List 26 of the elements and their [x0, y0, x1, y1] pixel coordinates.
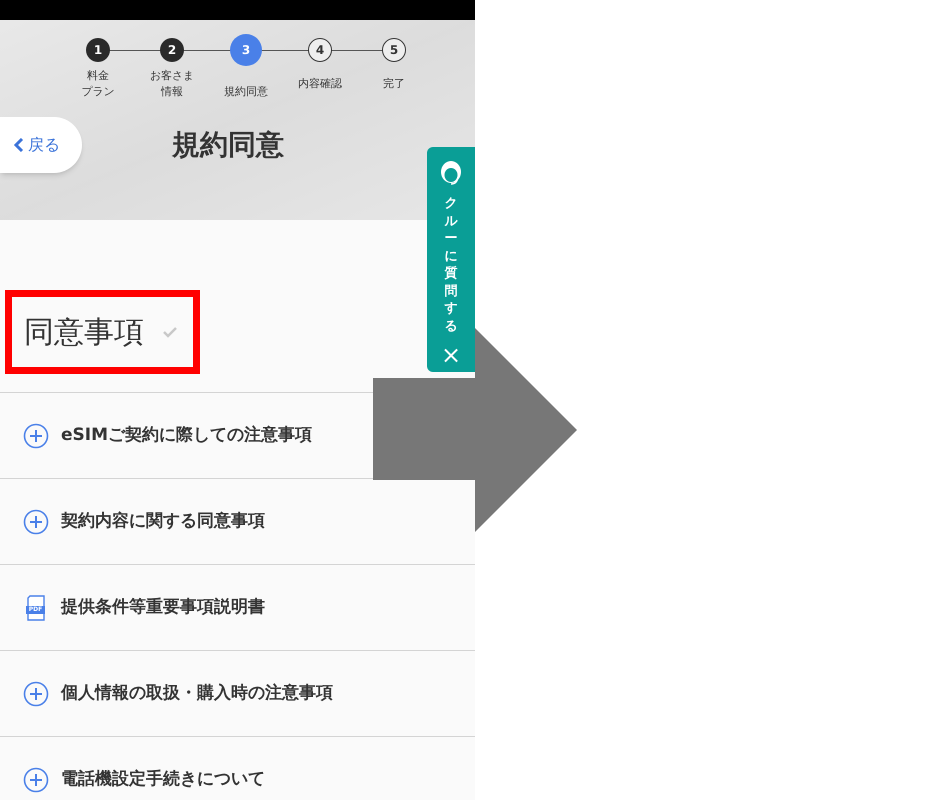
chevron-left-icon: [14, 138, 24, 152]
step-label: 料金: [87, 68, 109, 84]
agreement-item[interactable]: 契約内容に関する同意事項: [0, 479, 372, 564]
step-marker: 1: [86, 38, 110, 62]
step-marker: 2: [160, 38, 184, 62]
step-label: 情報: [161, 84, 183, 100]
step-label: 完了: [383, 76, 405, 92]
step-marker: 4: [308, 38, 332, 62]
agreement-item[interactable]: 個人情報の取扱・購入時の注意事項: [0, 651, 372, 736]
section-heading: 同意事項: [24, 314, 144, 352]
page-title: 規約同意: [172, 127, 284, 163]
step-label: プラン: [82, 84, 114, 100]
step-marker: 5: [382, 38, 406, 62]
plus-circle-icon: [23, 508, 49, 534]
agreement-item[interactable]: eSIMご契約に際しての注意事項: [0, 393, 372, 478]
step-marker: 3: [230, 34, 262, 66]
agreement-item[interactable]: 電話機設定手続きについて: [0, 737, 372, 800]
back-button[interactable]: 戻る: [0, 117, 82, 173]
plus-circle-icon: [23, 422, 49, 448]
step-label: 規約同意: [224, 84, 268, 100]
chat-tab-label: クルーに質問する: [444, 195, 458, 336]
plus-circle-icon: [23, 766, 49, 792]
step-label: お客さま: [150, 68, 194, 84]
step-label: 内容確認: [298, 76, 342, 92]
headset-person-icon: [438, 159, 464, 187]
plus-circle-icon: [23, 680, 49, 706]
